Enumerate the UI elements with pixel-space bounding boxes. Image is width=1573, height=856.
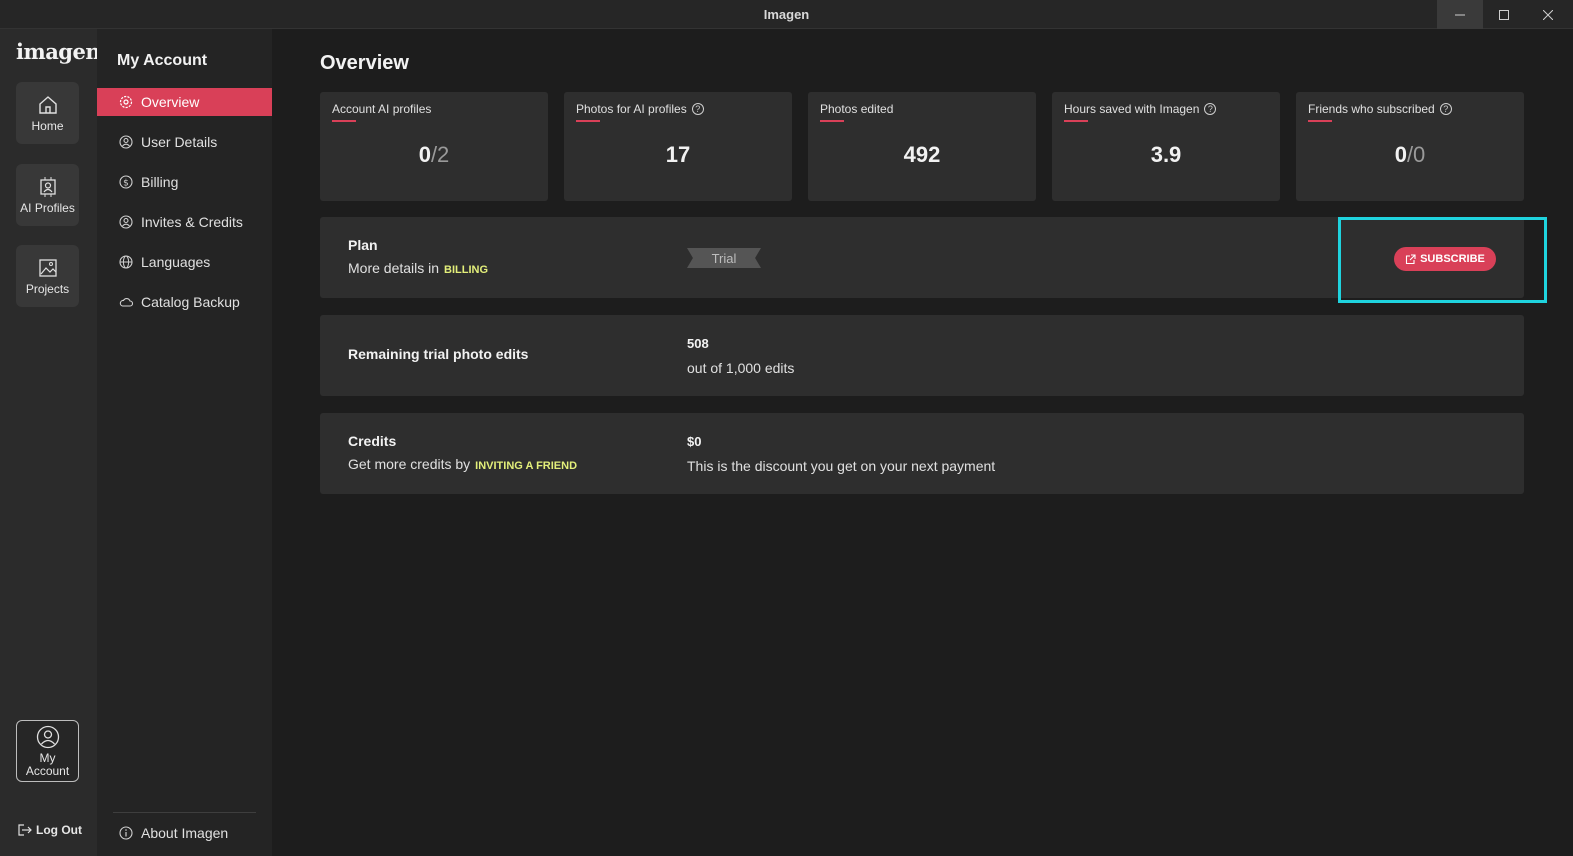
stats-row: Account AI profiles 0/2 Photos for AI pr…: [320, 92, 1524, 201]
ai-profiles-icon: [39, 176, 56, 197]
logout-icon: [18, 824, 32, 836]
stat-total: /2: [430, 142, 450, 167]
close-button[interactable]: [1525, 0, 1571, 29]
sidebar-title: My Account: [117, 52, 208, 69]
account-sidebar: My Account Overview User Details $ Billi…: [97, 29, 272, 856]
stat-value: 0: [1394, 142, 1407, 167]
rail-my-account-label-1: My: [39, 750, 56, 765]
title-bar: Imagen: [0, 0, 1573, 29]
sidebar-item-billing[interactable]: $ Billing: [97, 168, 272, 196]
stat-value: 0: [418, 142, 431, 167]
stat-accent-bar: [820, 120, 844, 122]
stat-card-photos-edited: Photos edited 492: [808, 92, 1036, 201]
logout-button[interactable]: Log Out: [18, 823, 82, 837]
stat-card-hours-saved: Hours saved with Imagen? 3.9: [1052, 92, 1280, 201]
about-imagen-link[interactable]: About Imagen: [119, 825, 228, 841]
stat-accent-bar: [1308, 120, 1332, 122]
stat-total: /0: [1406, 142, 1426, 167]
stat-card-photos-for-ai-profiles: Photos for AI profiles? 17: [564, 92, 792, 201]
sidebar-item-catalog-backup[interactable]: Catalog Backup: [97, 288, 272, 316]
logout-label: Log Out: [36, 823, 82, 837]
rail-ai-profiles-label: AI Profiles: [20, 200, 75, 215]
about-imagen-label: About Imagen: [141, 825, 229, 841]
window-title: Imagen: [763, 7, 810, 22]
rail-projects-label: Projects: [25, 281, 70, 296]
remaining-title: Remaining trial photo edits: [348, 346, 529, 362]
sidebar-item-label: Invites & Credits: [141, 214, 243, 230]
sidebar-item-overview[interactable]: Overview: [97, 88, 272, 116]
home-icon: [38, 95, 57, 114]
stat-label: Hours saved with Imagen: [1064, 102, 1200, 116]
help-icon[interactable]: ?: [1204, 103, 1217, 115]
page-title: Overview: [320, 52, 409, 74]
sidebar-item-languages[interactable]: Languages: [97, 248, 272, 276]
stat-value: 3.9: [1150, 142, 1182, 167]
remaining-value: 508: [687, 336, 709, 351]
stat-label: Photos edited: [820, 102, 894, 116]
invite-icon: [119, 215, 133, 229]
credits-value: $0: [687, 434, 702, 449]
rail-home-button[interactable]: Home: [16, 82, 79, 144]
credits-panel: Credits Get more credits by INVITING A FR…: [320, 413, 1524, 494]
credits-title: Credits: [348, 433, 397, 449]
stat-label: Photos for AI profiles: [576, 102, 687, 116]
plan-subtitle: More details in BILLING: [348, 260, 488, 276]
cloud-icon: [119, 297, 133, 307]
sidebar-item-label: User Details: [141, 134, 218, 150]
rail-my-account-label-2: Account: [25, 763, 70, 778]
help-icon[interactable]: ?: [691, 103, 704, 115]
plan-badge: Trial: [687, 248, 761, 268]
dollar-icon: $: [119, 175, 133, 189]
stat-value: 17: [665, 142, 691, 167]
account-icon: [36, 725, 59, 748]
stat-value: 492: [903, 142, 941, 167]
billing-link[interactable]: BILLING: [444, 264, 488, 276]
credits-description: This is the discount you get on your nex…: [687, 458, 996, 474]
projects-icon: [38, 258, 57, 277]
sidebar-item-label: Overview: [141, 94, 200, 110]
rail-my-account-button[interactable]: My Account: [16, 720, 79, 782]
stat-accent-bar: [1064, 120, 1088, 122]
minimize-icon: [1455, 14, 1465, 15]
globe-icon: [119, 255, 133, 269]
user-icon: [119, 135, 133, 149]
sidebar-item-label: Billing: [141, 174, 179, 190]
sidebar-item-invites-credits[interactable]: Invites & Credits: [97, 208, 272, 236]
credits-subtitle: Get more credits by INVITING A FRIEND: [348, 456, 577, 472]
sidebar-item-user-details[interactable]: User Details: [97, 128, 272, 156]
stat-label: Account AI profiles: [332, 102, 432, 116]
svg-text:$: $: [123, 178, 129, 188]
maximize-icon: [1499, 9, 1509, 20]
stat-card-friends-subscribed: Friends who subscribed? 0/0: [1296, 92, 1524, 201]
icon-rail: imagen Home AI Profiles Projects My Acco…: [0, 29, 101, 856]
stat-label: Friends who subscribed: [1308, 102, 1435, 116]
stat-accent-bar: [576, 120, 600, 122]
rail-home-label: Home: [31, 118, 64, 133]
stat-card-ai-profiles: Account AI profiles 0/2: [320, 92, 548, 201]
invite-friend-link[interactable]: INVITING A FRIEND: [475, 460, 577, 472]
imagen-logo: imagen: [16, 39, 101, 64]
minimize-button[interactable]: [1437, 0, 1483, 29]
maximize-button[interactable]: [1481, 0, 1527, 29]
info-icon: [119, 826, 133, 840]
plan-title: Plan: [348, 237, 378, 253]
sidebar-item-label: Catalog Backup: [141, 294, 240, 310]
rail-ai-profiles-button[interactable]: AI Profiles: [16, 164, 79, 226]
stat-accent-bar: [332, 120, 356, 122]
plan-subtitle-text: More details in: [348, 260, 440, 276]
gear-icon: [119, 95, 133, 109]
remaining-edits-panel: Remaining trial photo edits 508 out of 1…: [320, 315, 1524, 396]
main-content: Overview Account AI profiles 0/2 Photos …: [272, 29, 1573, 856]
credits-subtitle-text: Get more credits by: [348, 456, 471, 472]
sidebar-nav-list: Overview User Details $ Billing Invites …: [97, 88, 272, 328]
rail-projects-button[interactable]: Projects: [16, 245, 79, 307]
sidebar-divider: [113, 812, 256, 813]
help-icon[interactable]: ?: [1439, 103, 1452, 115]
sidebar-item-label: Languages: [141, 254, 211, 270]
close-icon: [1543, 9, 1553, 20]
remaining-description: out of 1,000 edits: [687, 360, 795, 376]
subscribe-highlight-box: [1338, 217, 1547, 303]
